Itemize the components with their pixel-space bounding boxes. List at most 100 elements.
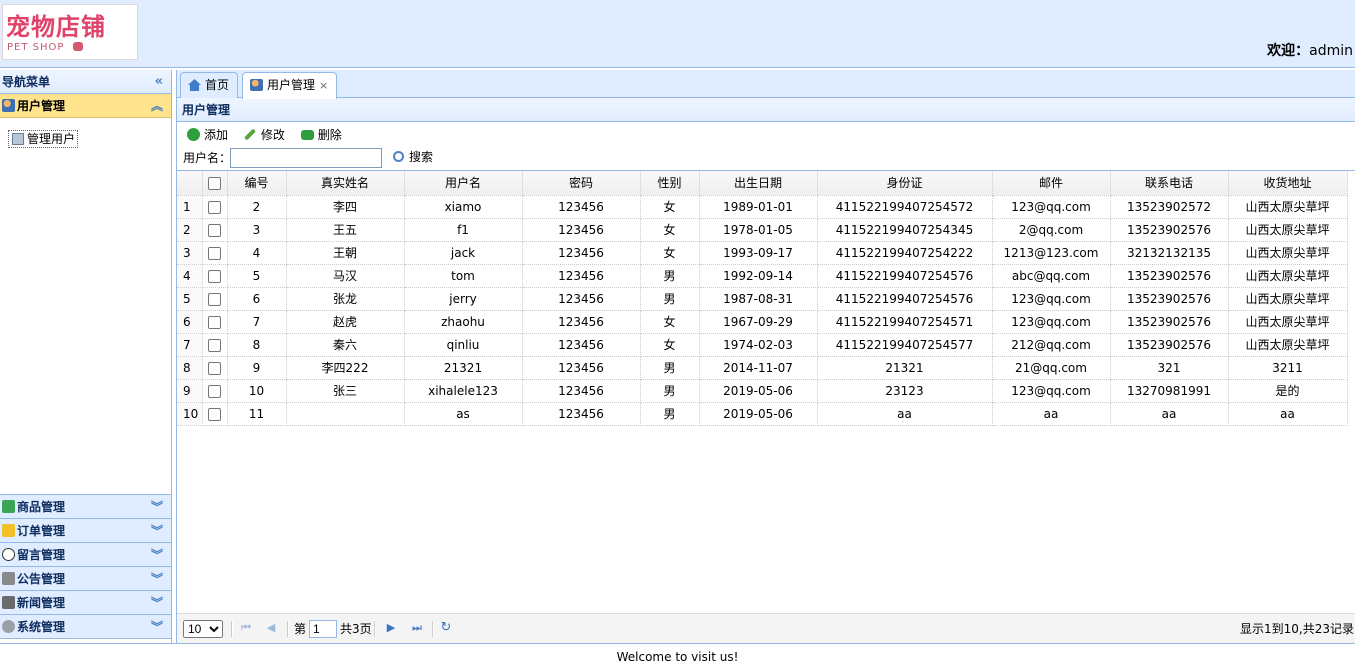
column-header[interactable]: 出生日期 — [699, 171, 818, 196]
nav-section-messages[interactable]: 留言管理 ︾ — [0, 543, 171, 567]
column-header[interactable]: 用户名 — [404, 171, 523, 196]
table-row[interactable]: 5 6 张龙 jerry 123456 男 1987-08-31 41152219940725… — [177, 287, 1348, 311]
page-number-input[interactable] — [309, 620, 337, 638]
column-header[interactable]: 真实姓名 — [286, 171, 405, 196]
nav-section-news[interactable]: 新闻管理 ︾ — [0, 591, 171, 615]
row-checkbox-cell[interactable] — [202, 218, 228, 242]
table-row[interactable]: 2 3 王五 f1 123456 女 1978-01-05 41152219940725434… — [177, 218, 1348, 242]
table-cell: 13523902576 — [1110, 333, 1229, 357]
row-checkbox-cell[interactable] — [202, 379, 228, 403]
column-header[interactable]: 收货地址 — [1228, 171, 1348, 196]
row-checkbox-cell[interactable] — [202, 264, 228, 288]
record-info: 显示1到10,共23记录 — [1240, 622, 1354, 636]
header: 宠物店铺 PET SHOP 欢迎：admin — [0, 0, 1355, 68]
table-cell: 山西太原尖草坪 — [1228, 241, 1348, 265]
column-header[interactable]: 联系电话 — [1110, 171, 1229, 196]
chevron-double-down-icon[interactable]: ︾ — [151, 615, 163, 639]
row-checkbox[interactable] — [208, 338, 221, 352]
nav-panel: 导航菜单 « 用户管理 ︽ 管理用户 商品管理 ︾ 订单管理 ︾ 留言管理 ︾ … — [0, 70, 172, 643]
table-row[interactable]: 3 4 王朝 jack 123456 女 1993-09-17 411522199407254… — [177, 241, 1348, 265]
row-checkbox-cell[interactable] — [202, 333, 228, 357]
row-checkbox[interactable] — [208, 200, 221, 214]
table-row[interactable]: 7 8 秦六 qinliu 123456 女 1974-02-03 4115221994072… — [177, 333, 1348, 357]
username-search-input[interactable] — [230, 148, 382, 168]
table-cell: 1989-01-01 — [699, 195, 818, 219]
chevron-double-up-icon[interactable]: ︽ — [151, 94, 163, 118]
table-row[interactable]: 10 11 as 123456 男 2019-05-06 aa aa aa aa — [177, 402, 1348, 426]
prev-page-icon[interactable]: ◀ — [265, 622, 277, 634]
add-button[interactable]: 添加 — [185, 124, 228, 146]
header-checkbox[interactable] — [202, 171, 228, 196]
column-header[interactable]: 性别 — [640, 171, 700, 196]
nav-section-notices[interactable]: 公告管理 ︾ — [0, 567, 171, 591]
row-checkbox[interactable] — [208, 384, 221, 398]
row-checkbox[interactable] — [208, 246, 221, 260]
table-cell: 马汉 — [286, 264, 405, 288]
first-page-icon[interactable]: ⏮ — [240, 622, 252, 634]
chevron-double-down-icon[interactable]: ︾ — [151, 567, 163, 591]
close-icon[interactable]: × — [319, 79, 328, 92]
table-cell: 411522199407254222 — [817, 241, 993, 265]
row-checkbox-cell[interactable] — [202, 356, 228, 380]
table-row[interactable]: 9 10 张三 xihalele123 123456 男 2019-05-06 23123 12… — [177, 379, 1348, 403]
table-row[interactable]: 1 2 李四 xiamo 123456 女 1989-01-01 41152219940725… — [177, 195, 1348, 219]
table-row[interactable]: 8 9 李四222 21321 123456 男 2014-11-07 21321 21@qq.… — [177, 356, 1348, 380]
table-cell: 123@qq.com — [992, 379, 1111, 403]
column-header[interactable]: 编号 — [227, 171, 287, 196]
table-cell — [286, 402, 405, 426]
nav-item-label: 管理用户 — [27, 132, 76, 146]
table-cell: 123456 — [522, 356, 641, 380]
table-row[interactable]: 6 7 赵虎 zhaohu 123456 女 1967-09-29 4115221994072… — [177, 310, 1348, 334]
row-checkbox[interactable] — [208, 407, 221, 421]
nav-section-orders[interactable]: 订单管理 ︾ — [0, 519, 171, 543]
page-size-select[interactable]: 10 — [183, 620, 223, 638]
row-checkbox[interactable] — [208, 361, 221, 375]
table-cell: 女 — [640, 218, 700, 242]
table-cell: abc@qq.com — [992, 264, 1111, 288]
refresh-icon[interactable]: ↻ — [440, 621, 452, 634]
table-cell: 123@qq.com — [992, 195, 1111, 219]
table-cell: 李四 — [286, 195, 405, 219]
chevron-double-down-icon[interactable]: ︾ — [151, 519, 163, 543]
row-checkbox-cell[interactable] — [202, 241, 228, 265]
row-number: 8 — [177, 356, 203, 380]
row-number: 3 — [177, 241, 203, 265]
pager-separator — [231, 621, 233, 637]
row-checkbox-cell[interactable] — [202, 402, 228, 426]
nav-item-manage-users[interactable]: 管理用户 — [8, 130, 79, 148]
column-header[interactable]: 身份证 — [817, 171, 993, 196]
nav-section-label: 公告管理 — [17, 572, 66, 586]
row-checkbox[interactable] — [208, 223, 221, 237]
row-checkbox-cell[interactable] — [202, 310, 228, 334]
pager-separator — [374, 621, 376, 637]
row-number: 1 — [177, 195, 203, 219]
column-header[interactable]: 密码 — [522, 171, 641, 196]
last-page-icon[interactable]: ⏭ — [411, 622, 423, 634]
tab-user-management[interactable]: 用户管理 × — [242, 72, 338, 99]
select-all-checkbox[interactable] — [208, 176, 221, 190]
column-header[interactable]: 邮件 — [992, 171, 1111, 196]
row-checkbox[interactable] — [208, 269, 221, 283]
tab-home[interactable]: 首页 — [180, 72, 239, 98]
collapse-left-icon[interactable]: « — [155, 70, 163, 94]
news-icon — [2, 596, 15, 609]
row-checkbox[interactable] — [208, 315, 221, 329]
user-table: 编号 真实姓名 用户名 密码 性别 出生日期 身份证 邮件 联系电话 收货地址 … — [177, 170, 1355, 613]
row-checkbox-cell[interactable] — [202, 287, 228, 311]
chevron-double-down-icon[interactable]: ︾ — [151, 543, 163, 567]
chevron-double-down-icon[interactable]: ︾ — [151, 495, 163, 519]
delete-button[interactable]: 删除 — [299, 124, 342, 146]
edit-button[interactable]: 修改 — [242, 124, 285, 146]
nav-section-users[interactable]: 用户管理 ︽ — [0, 94, 171, 118]
users-icon — [2, 99, 15, 112]
nav-section-system[interactable]: 系统管理 ︾ — [0, 615, 171, 639]
chevron-double-down-icon[interactable]: ︾ — [151, 591, 163, 615]
nav-section-goods[interactable]: 商品管理 ︾ — [0, 495, 171, 519]
welcome-message: 欢迎：admin — [1267, 40, 1353, 60]
table-cell: f1 — [404, 218, 523, 242]
row-checkbox[interactable] — [208, 292, 221, 306]
next-page-icon[interactable]: ▶ — [385, 622, 397, 634]
row-checkbox-cell[interactable] — [202, 195, 228, 219]
table-row[interactable]: 4 5 马汉 tom 123456 男 1992-09-14 4115221994072545… — [177, 264, 1348, 288]
search-button[interactable]: 搜索 — [391, 149, 433, 165]
